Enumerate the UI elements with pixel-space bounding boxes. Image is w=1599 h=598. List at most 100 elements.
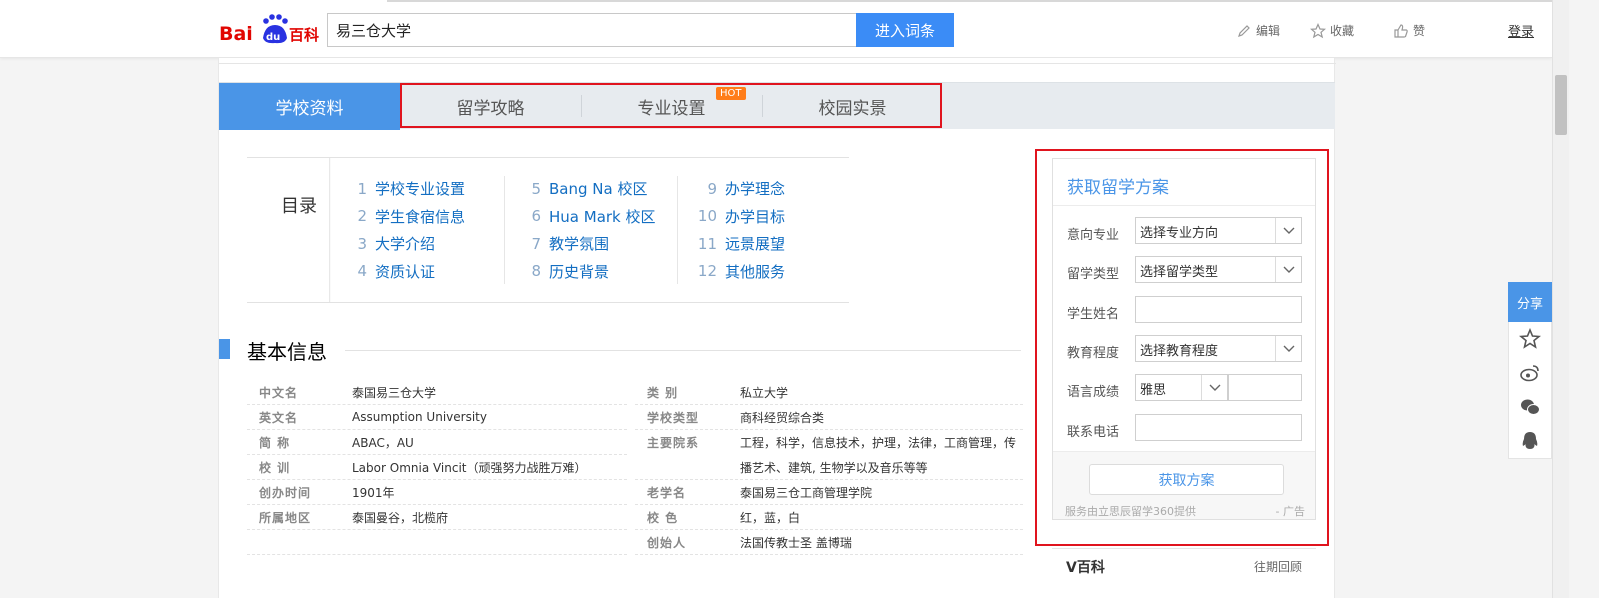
toc-item[interactable]: 1 学校专业设置 (353, 175, 465, 203)
like-label: 赞 (1413, 24, 1426, 38)
info-value: 泰国易三仓大学 (352, 385, 437, 400)
pencil-icon (1238, 24, 1250, 37)
toc-title: 目录 (281, 196, 317, 217)
info-key: 创办时间 (259, 485, 312, 500)
info-row: 校 训 Labor Omnia Vincit（顽强努力战胜万难） (247, 455, 627, 480)
v-baike-title: V百科 (1066, 560, 1105, 576)
toc-label: 其他服务 (725, 262, 786, 281)
edit-label: 编辑 (1256, 24, 1281, 38)
info-key: 简 称 (259, 435, 291, 450)
highlight-box-tabs (400, 83, 942, 128)
past-issues-link[interactable]: 往期回顾 (1254, 558, 1302, 575)
toc-item[interactable]: 3 大学介绍 (353, 230, 465, 258)
toc-label: Bang Na 校区 (549, 180, 648, 199)
toc-num: 11 (697, 234, 717, 253)
toc-item[interactable]: 5 Bang Na 校区 (527, 175, 656, 203)
toc-column-3: 9 办学理念 10 办学目标 11 远景展望 12 其他服务 (695, 175, 785, 285)
info-row: 播艺术、建筑, 生物学以及音乐等等 (635, 455, 1023, 480)
toc-label: 历史背景 (549, 262, 610, 281)
info-key: 中文名 (259, 385, 299, 400)
info-key: 校 训 (259, 460, 291, 475)
toc-num: 10 (697, 207, 717, 226)
star-icon (1310, 22, 1326, 38)
qq-penguin-icon[interactable] (1509, 424, 1551, 458)
tab-school-info[interactable]: 学校资料 (219, 83, 400, 130)
svg-text:百科: 百科 (289, 26, 319, 44)
section-rule (345, 350, 1021, 351)
toc-column-1: 1 学校专业设置 2 学生食宿信息 3 大学介绍 4 资质认证 (353, 175, 465, 285)
scrollbar-thumb[interactable] (1555, 75, 1567, 135)
enter-entry-button[interactable]: 进入词条 (856, 13, 954, 47)
share-button[interactable]: 分享 (1508, 282, 1552, 322)
info-row: 创办时间 1901年 (247, 480, 627, 505)
section-marker (219, 339, 230, 359)
info-value: ABAC，AU (352, 435, 414, 450)
toc-num: 9 (707, 179, 717, 198)
info-key: 英文名 (259, 410, 299, 425)
info-value: 红，蓝，白 (740, 510, 801, 525)
info-row: 中文名 泰国易三仓大学 (247, 380, 627, 405)
toc-num: 12 (697, 262, 717, 281)
toc-item[interactable]: 9 办学理念 (695, 175, 785, 203)
toc-num: 7 (531, 234, 541, 253)
toc-item[interactable]: 12 其他服务 (695, 258, 785, 286)
info-value: 私立大学 (740, 385, 789, 400)
toc-num: 1 (357, 179, 367, 198)
toc-item[interactable]: 8 历史背景 (527, 258, 656, 286)
info-value: Labor Omnia Vincit（顽强努力战胜万难） (352, 460, 587, 475)
main-content: 学校资料 留学攻略 专业设置 校园实景 HOT 目录 1 学校专业设置 2 学生食宿… (218, 58, 1336, 598)
section-title: 基本信息 (247, 340, 327, 364)
svg-text:Bai: Bai (219, 23, 253, 45)
favorite-action[interactable]: 收藏 (1310, 22, 1354, 39)
toc-item[interactable]: 11 远景展望 (695, 230, 785, 258)
info-key: 类 别 (647, 385, 679, 400)
toc-label: 资质认证 (375, 262, 436, 281)
info-value: 工程，科学，信息技术，护理，法律，工商管理，传 (740, 436, 1017, 450)
toc-divider (677, 176, 678, 284)
info-value: 播艺术、建筑, 生物学以及音乐等等 (740, 460, 928, 475)
toc-label: 教学氛围 (549, 235, 610, 254)
search-input[interactable] (327, 13, 857, 47)
edit-action[interactable]: 编辑 (1236, 22, 1280, 39)
tab-label: 学校资料 (275, 99, 344, 119)
toc-item[interactable]: 7 教学氛围 (527, 230, 656, 258)
header: Bai du 百科 进入词条 编辑 收藏 赞 登录 (0, 0, 1552, 58)
info-row: 类 别 私立大学 (635, 380, 1023, 405)
toc-label: 学生食宿信息 (375, 207, 466, 226)
info-row: 主要院系 工程，科学，信息技术，护理，法律，工商管理，传 (635, 430, 1023, 455)
v-baike-panel: V百科 往期回顾 (1052, 548, 1316, 598)
wechat-icon[interactable] (1509, 390, 1551, 424)
share-icons (1508, 322, 1552, 459)
toc-item[interactable]: 4 资质认证 (353, 258, 465, 286)
toc-num: 5 (531, 179, 541, 198)
info-row: 简 称 ABAC，AU (247, 430, 627, 455)
toc-num: 4 (357, 262, 367, 281)
page-scrollbar[interactable] (1552, 0, 1569, 598)
like-action[interactable]: 赞 (1393, 22, 1425, 39)
info-value: 泰国易三仓工商管理学院 (740, 485, 873, 500)
toc-num: 3 (357, 234, 367, 253)
toc-item[interactable]: 6 Hua Mark 校区 (527, 203, 655, 231)
favorite-label: 收藏 (1330, 24, 1355, 38)
info-value: 商科经贸综合类 (740, 410, 825, 425)
info-value: 泰国曼谷，北榄府 (352, 510, 449, 525)
toc-num: 8 (531, 262, 541, 281)
toc-label: 办学理念 (725, 180, 786, 199)
weibo-icon[interactable] (1509, 356, 1551, 390)
info-value: Assumption University (352, 410, 487, 424)
toc-label: 学校专业设置 (375, 180, 466, 199)
baidu-baike-logo[interactable]: Bai du 百科 (219, 10, 319, 46)
info-row: 校 色 红，蓝，白 (635, 505, 1023, 530)
info-value: 1901年 (352, 485, 395, 500)
toc-item[interactable]: 2 学生食宿信息 (353, 203, 465, 231)
info-row: 学校类型 商科经贸综合类 (635, 405, 1023, 430)
table-of-contents: 目录 1 学校专业设置 2 学生食宿信息 3 大学介绍 4 资质认证 5 Bang Na … (247, 157, 849, 303)
top-strip (219, 58, 1336, 64)
toc-item[interactable]: 10 办学目标 (695, 203, 785, 231)
toc-divider (504, 176, 505, 284)
toc-label: 办学目标 (725, 207, 786, 226)
login-link[interactable]: 登录 (1508, 21, 1534, 40)
qzone-star-icon[interactable] (1509, 322, 1551, 356)
thumbs-up-icon (1394, 23, 1408, 38)
info-key: 所属地区 (259, 510, 312, 525)
